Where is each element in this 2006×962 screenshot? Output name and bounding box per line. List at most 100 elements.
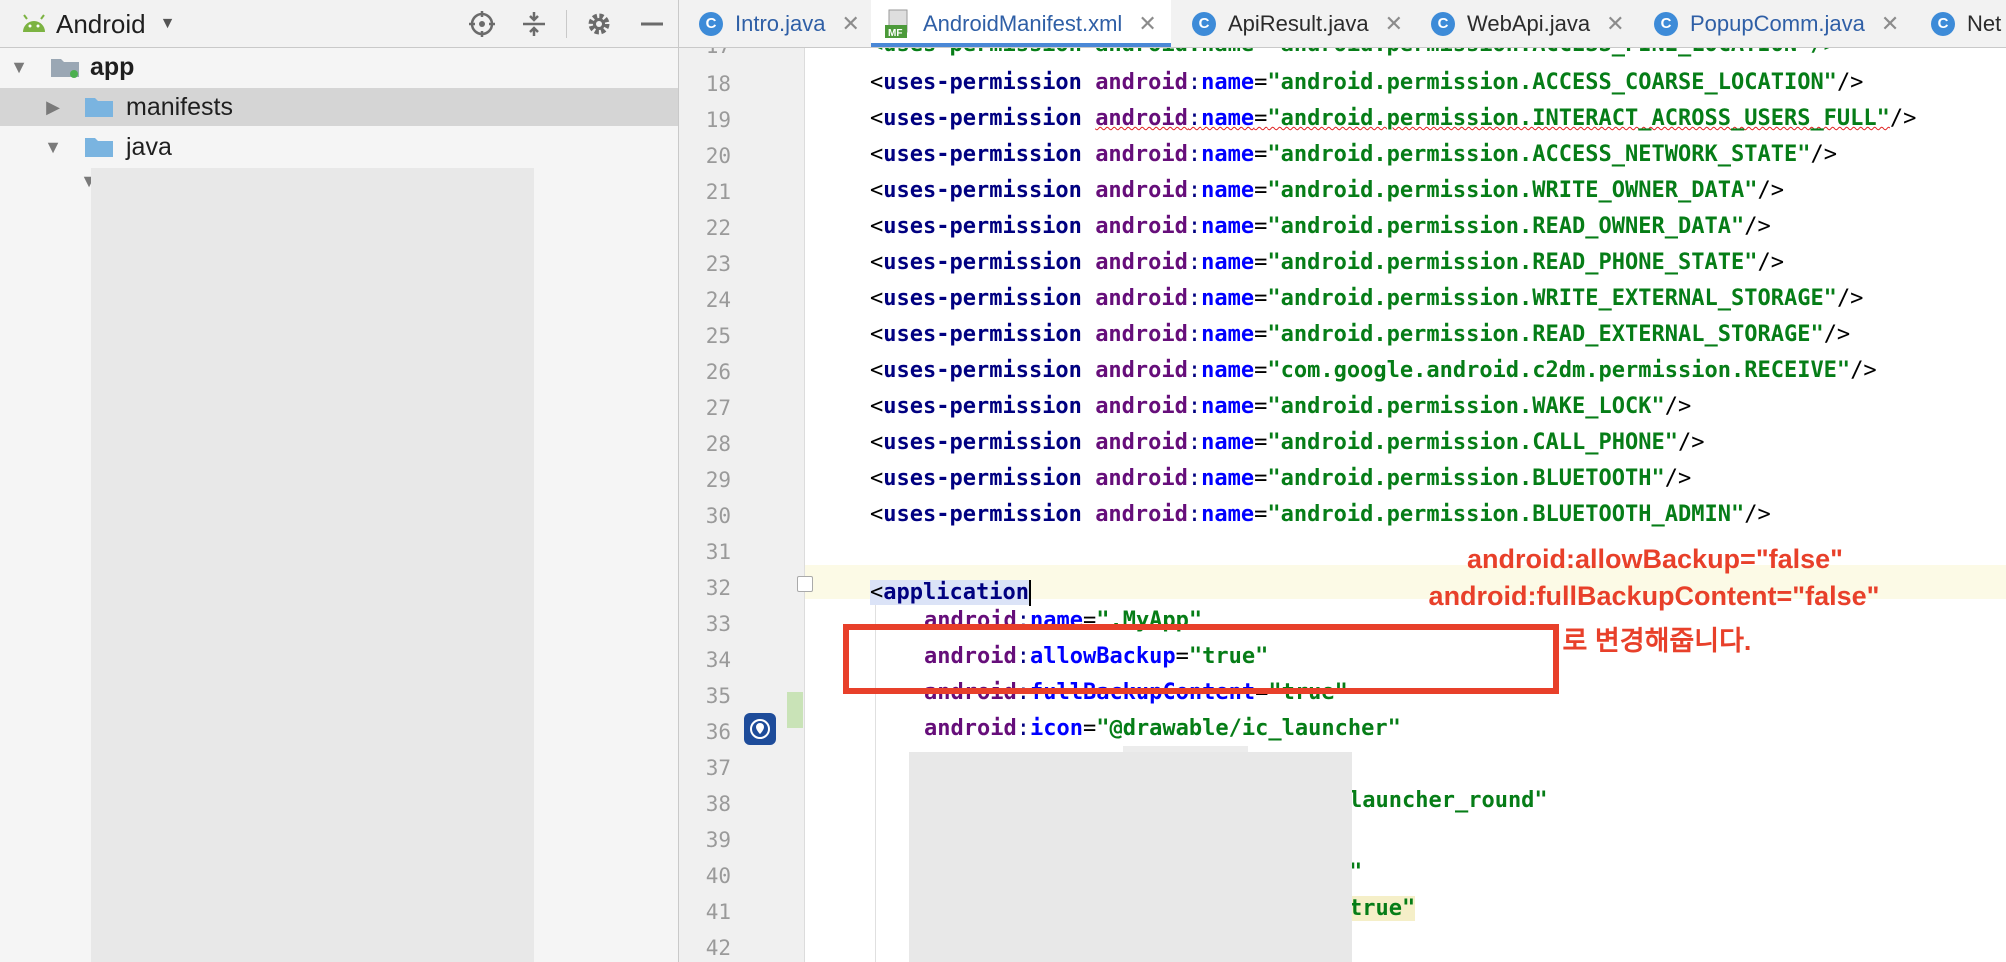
attr-value: "android.permission.READ_PHONE_STATE" — [1267, 250, 1758, 275]
code-editor[interactable]: 17 <uses-permission android:name="androi… — [679, 48, 2006, 962]
attr-name: name — [1201, 250, 1255, 275]
line-number: 37 — [705, 756, 731, 780]
attr-group: android:name="android.permission.ACCESS_… — [1095, 70, 1837, 95]
code-line-permission: <uses-permission android:name="android.p… — [870, 142, 1837, 167]
annotation-line-1: android:allowBackup="false" — [1467, 544, 1843, 574]
attr-value: "android.permission.INTERACT_ACROSS_USER… — [1267, 106, 1890, 131]
close-icon[interactable]: ✕ — [842, 11, 860, 37]
code-line-permission: <uses-permission android:name="android.p… — [870, 214, 1771, 239]
attr-namespace: android — [1095, 70, 1188, 95]
close-icon[interactable]: ✕ — [1385, 11, 1403, 37]
tab-webapi-java[interactable]: C WebApi.java ✕ — [1431, 0, 1625, 47]
close-icon[interactable]: ✕ — [1138, 11, 1156, 37]
location-marker-icon[interactable] — [744, 713, 776, 745]
line-number: 24 — [705, 288, 731, 312]
attr-namespace: android — [1095, 214, 1188, 239]
line-number: 33 — [705, 612, 731, 636]
redacted-area — [909, 752, 1352, 962]
close-icon[interactable]: ✕ — [1881, 11, 1899, 37]
line-number: 34 — [705, 648, 731, 672]
attr-group: android:name="android.permission.WRITE_E… — [1095, 286, 1837, 311]
editor-tab-bar: C Intro.java ✕ MF AndroidManifest.xml ✕ … — [679, 0, 2006, 48]
collapse-all-icon[interactable] — [518, 8, 550, 40]
collapsed-arrow-icon[interactable]: ▶ — [42, 96, 64, 118]
attr-namespace: android — [1095, 250, 1188, 275]
tree-item-label: app — [90, 52, 135, 81]
line-number: 36 — [705, 720, 731, 744]
tab-label: ApiResult.java — [1228, 10, 1369, 36]
attr-group: android:name="android.permission.WAKE_LO… — [1095, 394, 1665, 419]
project-panel: Android ▼ ▼ app ▶ manifests ▼ java ▼ — [0, 0, 679, 962]
attr-name: name — [1201, 322, 1255, 347]
code-line-icon: android:icon="@drawable/ic_launcher" — [924, 716, 1401, 741]
line-number: 39 — [705, 828, 731, 852]
attr-namespace: android — [1095, 322, 1188, 347]
attr-value: "android.permission.WRITE_EXTERNAL_STORA… — [1267, 286, 1837, 311]
line-number: 38 — [705, 792, 731, 816]
line-number: 40 — [705, 864, 731, 888]
attr-group: android:name="android.permission.BLUETOO… — [1095, 502, 1745, 527]
attr-group: android:name="android.permission.ACCESS_… — [1095, 142, 1811, 167]
expanded-arrow-icon[interactable]: ▼ — [42, 136, 64, 158]
chevron-down-icon: ▼ — [159, 15, 176, 32]
attr-group: android:name="android.permission.INTERAC… — [1095, 106, 1890, 131]
close-icon[interactable]: ✕ — [1606, 11, 1624, 37]
tree-item-java[interactable]: ▼ java — [0, 128, 678, 166]
tab-apiresult-java[interactable]: C ApiResult.java ✕ — [1192, 0, 1403, 47]
line-number: 35 — [705, 684, 731, 708]
attr-group: android:name="android.permission.READ_EX… — [1095, 322, 1824, 347]
attr-value: "android.permission.WAKE_LOCK" — [1267, 394, 1665, 419]
tab-androidmanifest-xml[interactable]: MF AndroidManifest.xml ✕ — [871, 0, 1171, 47]
attr-name: name — [1201, 178, 1255, 203]
tab-intro-java[interactable]: C Intro.java ✕ — [699, 0, 860, 47]
expanded-arrow-icon[interactable]: ▼ — [8, 56, 30, 78]
tab-label: PopupComm.java — [1690, 10, 1865, 36]
minimize-icon[interactable] — [636, 8, 668, 40]
tree-item-label: manifests — [126, 92, 233, 121]
svg-text:MF: MF — [888, 28, 902, 39]
attr-value: "android.permission.ACCESS_NETWORK_STATE… — [1267, 142, 1811, 167]
class-icon: C — [1431, 11, 1455, 36]
attr-group: android:name="android.permission.READ_OW… — [1095, 214, 1745, 239]
locate-icon[interactable] — [466, 8, 498, 40]
change-marker — [787, 692, 803, 728]
project-view-selector[interactable]: Android ▼ — [20, 8, 175, 40]
attr-namespace: android — [1095, 142, 1188, 167]
line-number: 25 — [705, 324, 731, 348]
attr-namespace: android — [1095, 106, 1188, 131]
gear-icon[interactable] — [583, 8, 615, 40]
uses-permission-tag: uses-permission — [883, 394, 1082, 419]
line-number: 42 — [705, 936, 731, 960]
android-icon — [23, 14, 45, 32]
attr-name: name — [1201, 358, 1255, 383]
uses-permission-tag: uses-permission — [883, 502, 1082, 527]
line-number: 31 — [705, 540, 731, 564]
redacted-area — [91, 168, 534, 962]
attr-value: "android.permission.BLUETOOTH_ADMIN" — [1267, 502, 1745, 527]
line-number: 19 — [705, 108, 731, 132]
uses-permission-tag: uses-permission — [883, 178, 1082, 203]
tree-item-manifests[interactable]: ▶ manifests — [0, 88, 678, 126]
code-line-permission: <uses-permission android:name="android.p… — [870, 250, 1784, 275]
attr-group: android:name="android.permission.READ_PH… — [1095, 250, 1758, 275]
attr-value: "com.google.android.c2dm.permission.RECE… — [1267, 358, 1851, 383]
tab-label: Intro.java — [735, 10, 826, 36]
tab-net-partial[interactable]: C Net — [1931, 0, 2001, 47]
tab-popupcomm-java[interactable]: C PopupComm.java ✕ — [1654, 0, 1899, 47]
toolbar-divider — [566, 10, 567, 38]
line-number: 17 — [679, 48, 731, 58]
uses-permission-tag: uses-permission — [883, 250, 1082, 275]
uses-permission-tag: uses-permission — [883, 430, 1082, 455]
uses-permission-tag: uses-permission — [883, 106, 1082, 131]
tree-item-app[interactable]: ▼ app — [0, 48, 678, 86]
attr-name: name — [1201, 70, 1255, 95]
annotation-highlight-box — [843, 624, 1559, 694]
line-number: 26 — [705, 360, 731, 384]
attr-name: name — [1201, 502, 1255, 527]
class-icon: C — [699, 11, 723, 36]
fold-icon[interactable] — [797, 576, 813, 592]
attr-value: "android.permission.CALL_PHONE" — [1267, 430, 1678, 455]
code-line-permission: <uses-permission android:name="android.p… — [870, 502, 1771, 527]
attr-namespace: android — [924, 716, 1017, 741]
attr-value: "android.permission.READ_OWNER_DATA" — [1267, 214, 1745, 239]
